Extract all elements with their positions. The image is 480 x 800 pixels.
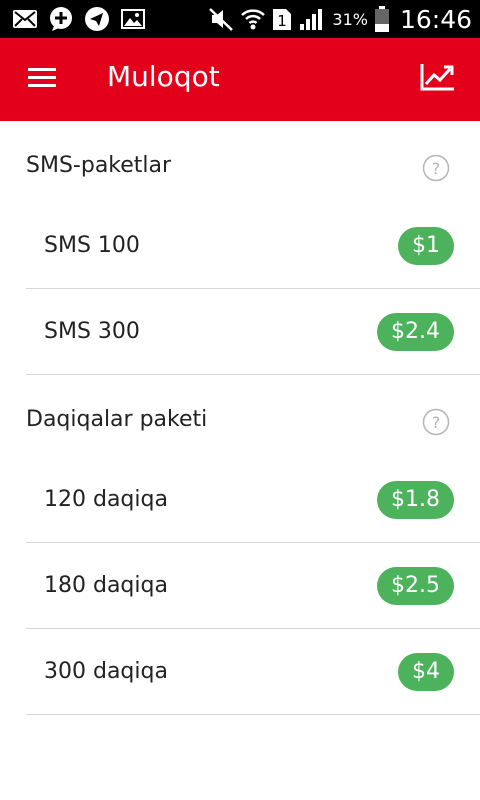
battery-percent: 31% — [332, 9, 368, 29]
gallery-icon — [121, 9, 145, 29]
package-list: SMS-paketlar ? SMS 100 $1 SMS 300 $2.4 D… — [0, 121, 480, 715]
sim-icon: 1 — [273, 9, 292, 30]
section-title: SMS-paketlar — [26, 153, 172, 178]
list-item[interactable]: SMS 300 $2.4 — [26, 289, 480, 375]
section-header-sms: SMS-paketlar ? — [0, 121, 480, 213]
status-bar: 1 31% 16:46 — [0, 0, 480, 38]
mute-icon — [209, 8, 234, 31]
section-header-minutes: Daqiqalar paketi ? — [0, 375, 480, 467]
price-badge[interactable]: $2.4 — [377, 313, 454, 351]
signal-icon — [300, 9, 323, 30]
price-badge[interactable]: $1.8 — [377, 481, 454, 519]
notification-icons — [12, 6, 146, 32]
help-icon[interactable]: ? — [422, 408, 450, 436]
list-item[interactable]: 120 daqiqa $1.8 — [26, 467, 480, 543]
menu-button[interactable] — [28, 68, 56, 88]
system-indicators: 1 31% 16:46 — [208, 0, 472, 38]
price-badge[interactable]: $1 — [398, 227, 454, 265]
price-badge[interactable]: $4 — [398, 653, 454, 691]
hamburger-icon — [28, 68, 56, 71]
list-item[interactable]: 300 daqiqa $4 — [26, 629, 480, 715]
section-title: Daqiqalar paketi — [26, 407, 208, 432]
svg-text:?: ? — [432, 159, 441, 178]
help-icon[interactable]: ? — [422, 154, 450, 182]
package-label: 120 daqiqa — [44, 487, 168, 512]
app-title: Muloqot — [107, 60, 220, 93]
wifi-icon — [241, 9, 266, 30]
package-label: SMS 100 — [44, 233, 140, 258]
stats-chart-icon[interactable] — [420, 62, 456, 92]
telegram-icon — [85, 7, 109, 31]
email-icon — [13, 10, 37, 28]
clock: 16:46 — [399, 4, 472, 34]
package-label: 180 daqiqa — [44, 573, 168, 598]
package-label: SMS 300 — [44, 319, 140, 344]
list-item[interactable]: 180 daqiqa $2.5 — [26, 543, 480, 629]
package-label: 300 daqiqa — [44, 659, 168, 684]
svg-text:1: 1 — [278, 12, 288, 30]
svg-text:?: ? — [432, 413, 441, 432]
price-badge[interactable]: $2.5 — [377, 567, 454, 605]
app-bar: Muloqot — [0, 38, 480, 121]
add-message-icon — [50, 7, 72, 31]
list-item[interactable]: SMS 100 $1 — [26, 213, 480, 289]
battery-icon — [374, 6, 389, 32]
